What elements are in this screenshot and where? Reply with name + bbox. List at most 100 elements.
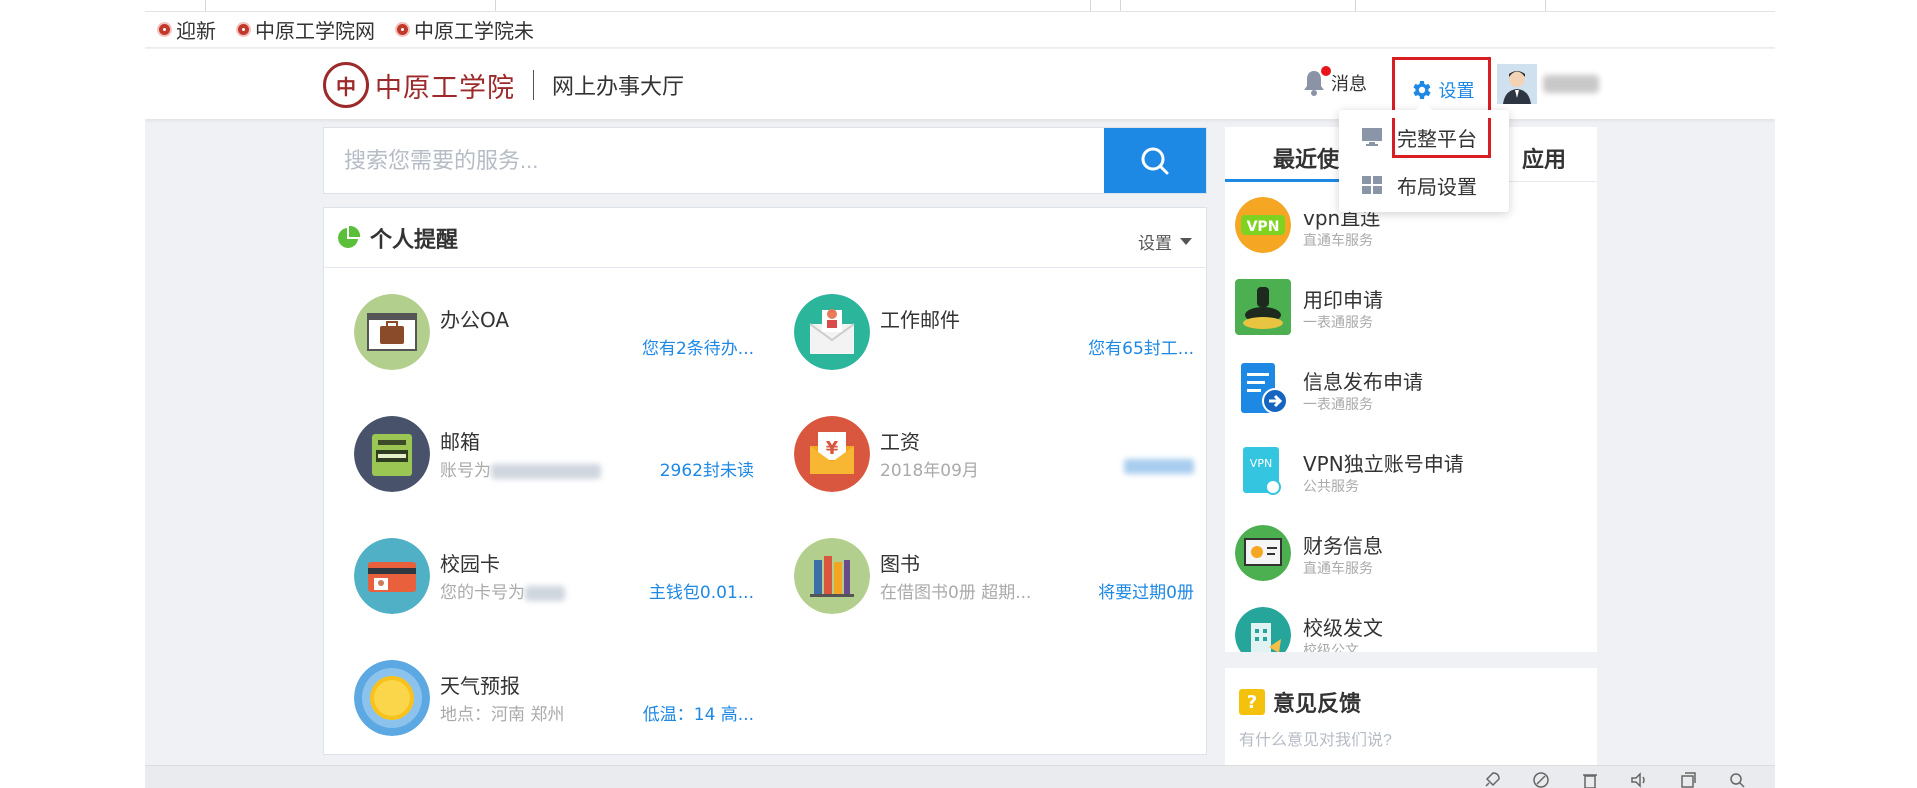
app-vpn-account[interactable]: VPN VPN独立账号申请 公共服务 <box>1235 443 1595 513</box>
bookmark-zyit-site[interactable]: 中原工学院网 <box>236 15 375 44</box>
card-name: 邮箱 <box>440 430 480 454</box>
card-name: 工资 <box>880 430 920 454</box>
bell-icon <box>1303 66 1331 97</box>
mailbox-icon <box>354 416 430 492</box>
card-name: 工作邮件 <box>880 308 960 332</box>
reminder-card-weather[interactable]: 天气预报 地点：河南 郑州 低温：14 高... <box>354 660 754 760</box>
books-icon <box>794 538 870 614</box>
publish-icon <box>1235 361 1291 417</box>
pie-chart-icon <box>338 225 360 248</box>
school-logo[interactable]: 中 中原工学院 网上办事大厅 <box>323 62 684 108</box>
tab-strip <box>145 0 1775 12</box>
portal-title: 网上办事大厅 <box>552 75 685 100</box>
card-name: 办公OA <box>440 308 510 332</box>
browser-window: 迎新 中原工学院网 中原工学院未 中 中原工学院 网上办事大厅 消息 设置 搜索… <box>145 0 1775 788</box>
svg-text:VPN: VPN <box>1247 219 1280 235</box>
trash-icon[interactable] <box>1581 771 1599 788</box>
layout-grid-icon <box>1362 176 1382 194</box>
card-status[interactable]: 主钱包0.01... <box>649 578 754 603</box>
card-status[interactable]: 您有2条待办... <box>642 334 754 359</box>
tab-apps[interactable]: 应用 <box>1522 142 1566 174</box>
panel-title: 个人提醒 <box>370 227 459 253</box>
bookmarks-bar: 迎新 中原工学院网 中原工学院未 <box>145 12 1775 48</box>
divider <box>533 70 534 100</box>
gear-icon <box>1412 81 1431 99</box>
card-detail: 在借图书0册 超期... <box>880 583 1032 603</box>
card-status[interactable]: 将要过期0册 <box>1098 578 1194 603</box>
vpn-icon: VPN <box>1235 197 1291 253</box>
favicon-icon <box>157 22 172 37</box>
settings-label: 设置 <box>1438 81 1475 102</box>
messages-label: 消息 <box>1331 74 1367 95</box>
favicon-icon <box>236 22 251 37</box>
reminder-card-oa[interactable]: 办公OA 您有2条待办... <box>354 294 754 394</box>
seal-icon: 中 <box>323 62 369 108</box>
speaker-icon[interactable] <box>1630 771 1648 788</box>
card-name: 天气预报 <box>440 674 520 698</box>
card-name: 校园卡 <box>440 552 500 576</box>
menu-item-layout-settings[interactable]: 布局设置 <box>1339 162 1509 208</box>
highlight-box <box>1392 118 1491 158</box>
window-icon[interactable] <box>1679 771 1697 788</box>
feedback-panel: ? 意见反馈 <box>1225 668 1597 778</box>
bookmark-yingxin[interactable]: 迎新 <box>157 15 216 44</box>
card-status[interactable]: 您有65封工... <box>1088 334 1194 359</box>
finance-icon <box>1235 525 1291 581</box>
svg-text:¥: ¥ <box>826 438 839 459</box>
tab-recent[interactable]: 最近使 <box>1273 142 1339 174</box>
app-name: VPN独立账号申请 <box>1303 452 1464 476</box>
app-seal-request[interactable]: 用印申请 一表通服务 <box>1235 279 1595 349</box>
messages-button[interactable]: 消息 <box>1303 66 1367 97</box>
search-input[interactable] <box>324 128 1104 193</box>
app-category: 直通车服务 <box>1303 233 1373 249</box>
reminder-card-salary[interactable]: ¥ 工资 2018年09月 <box>794 416 1194 516</box>
monitor-icon <box>1362 128 1382 146</box>
card-detail: 地点：河南 郑州 <box>440 705 565 725</box>
app-info-publish[interactable]: 信息发布申请 一表通服务 <box>1235 361 1595 431</box>
app-finance-info[interactable]: 财务信息 直通车服务 <box>1235 525 1595 595</box>
leaf-icon[interactable] <box>1532 771 1550 788</box>
card-status[interactable]: 低温：14 高... <box>643 700 754 725</box>
detail-text: 账号为 <box>440 461 491 481</box>
feedback-header: ? 意见反馈 <box>1239 686 1361 718</box>
bookmark-zyit-future[interactable]: 中原工学院未 <box>395 15 534 44</box>
redacted-text <box>525 585 565 601</box>
card-icon <box>354 538 430 614</box>
app-category: 公共服务 <box>1303 479 1359 495</box>
avatar[interactable] <box>1497 64 1537 104</box>
app-name: 用印申请 <box>1303 288 1383 312</box>
bookmark-label: 迎新 <box>176 19 216 43</box>
user-name-blurred <box>1543 75 1599 93</box>
stamp-icon <box>1235 279 1291 335</box>
feedback-input[interactable] <box>1239 732 1579 750</box>
document-icon <box>1235 607 1291 652</box>
app-name: 财务信息 <box>1303 534 1383 558</box>
rocket-icon[interactable] <box>1483 771 1501 788</box>
reminders-settings-dropdown[interactable]: 设置 <box>1138 229 1192 254</box>
svg-text:VPN: VPN <box>1250 457 1272 470</box>
school-name: 中原工学院 <box>375 72 515 104</box>
search-icon[interactable] <box>1728 771 1746 788</box>
redacted-text <box>1124 458 1194 474</box>
app-school-documents[interactable]: 校级发文 校级公文 <box>1235 607 1595 652</box>
redacted-text <box>491 463 601 479</box>
favicon-icon <box>395 22 410 37</box>
vpn-account-icon: VPN <box>1235 443 1291 499</box>
envelope-icon <box>794 294 870 370</box>
card-status[interactable]: 2962封未读 <box>660 456 754 481</box>
reminder-card-mailbox[interactable]: 邮箱 账号为 2962封未读 <box>354 416 754 516</box>
search-button[interactable] <box>1104 128 1206 193</box>
browser-status-bar <box>145 765 1775 788</box>
screen: 迎新 中原工学院网 中原工学院未 中 中原工学院 网上办事大厅 消息 设置 搜索… <box>0 0 1917 788</box>
app-name: 校级发文 <box>1303 616 1383 640</box>
reminder-card-library[interactable]: 图书 在借图书0册 超期... 将要过期0册 <box>794 538 1194 638</box>
reminder-card-campus-card[interactable]: 校园卡 您的卡号为 主钱包0.01... <box>354 538 754 638</box>
personal-reminders-panel: 个人提醒 设置 办公OA 您有2条待办... 工作邮件 您有65封工... 邮箱… <box>323 207 1207 755</box>
bookmark-label: 中原工学院未 <box>414 19 534 43</box>
card-status-redacted[interactable] <box>1124 456 1194 476</box>
card-name: 图书 <box>880 552 920 576</box>
top-header: 中 中原工学院 网上办事大厅 消息 设置 <box>145 49 1775 123</box>
card-detail: 账号为 <box>440 456 601 481</box>
caret-down-icon <box>1180 238 1192 245</box>
reminder-card-work-mail[interactable]: 工作邮件 您有65封工... <box>794 294 1194 394</box>
